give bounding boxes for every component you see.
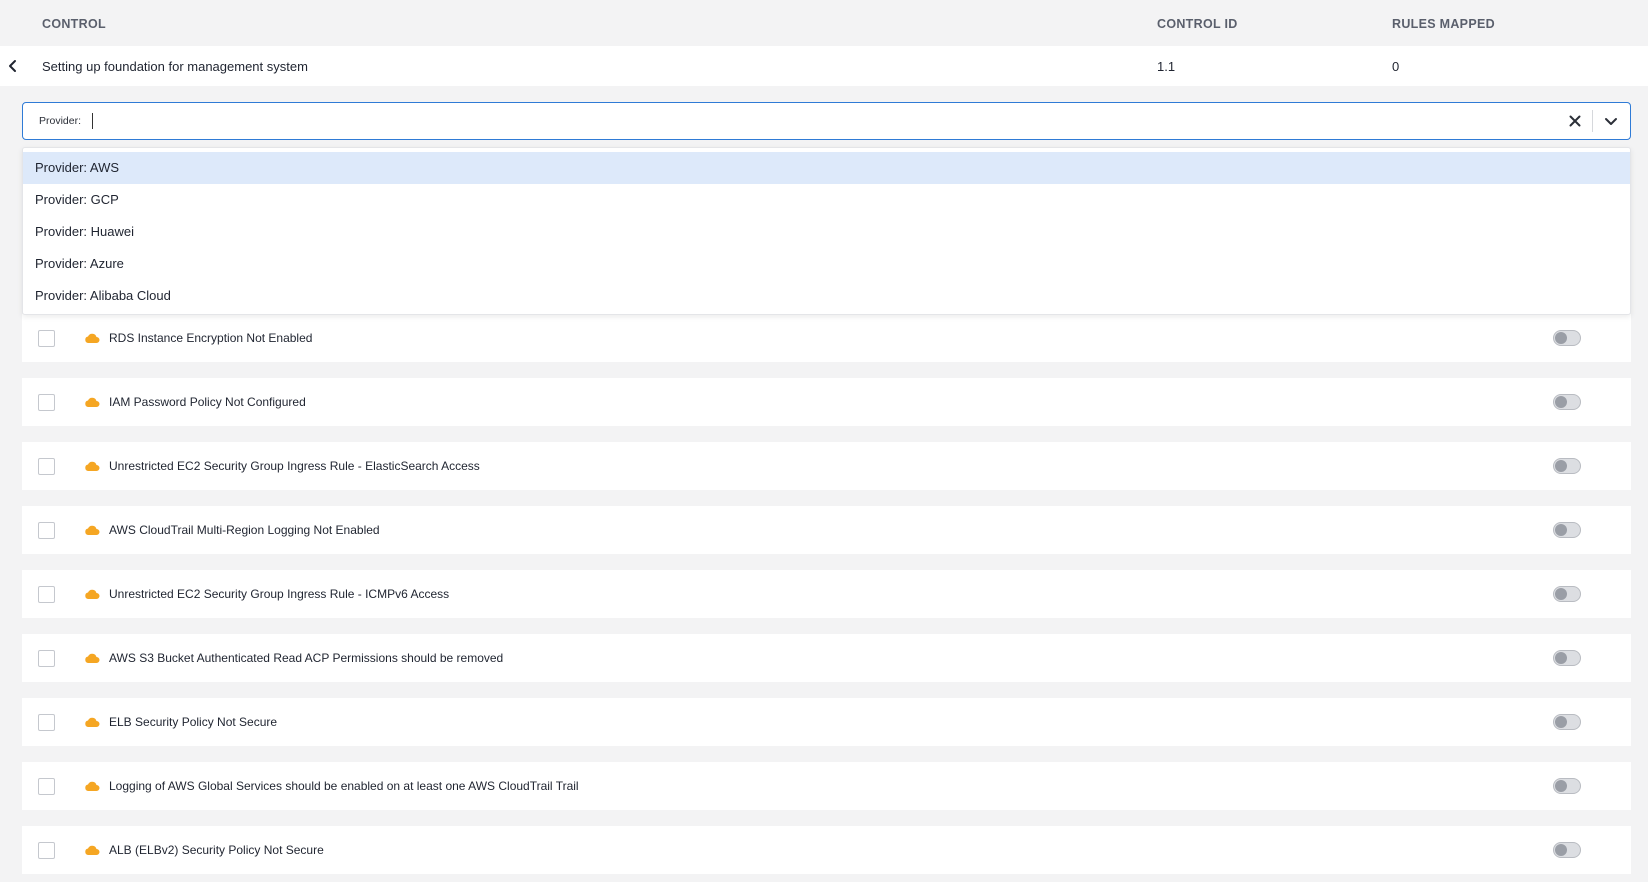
rule-checkbox[interactable] <box>38 714 55 731</box>
rule-toggle[interactable] <box>1553 330 1581 346</box>
rule-toggle[interactable] <box>1553 650 1581 666</box>
dropdown-option-alibaba-cloud[interactable]: Provider: Alibaba Cloud <box>23 280 1630 312</box>
control-id: 1.1 <box>1157 59 1176 74</box>
rule-checkbox[interactable] <box>38 586 55 603</box>
rule-checkbox[interactable] <box>38 778 55 795</box>
text-cursor <box>92 113 93 129</box>
rule-checkbox[interactable] <box>38 650 55 667</box>
rule-toggle[interactable] <box>1553 394 1581 410</box>
aws-cloud-icon <box>85 717 100 727</box>
aws-cloud-icon <box>85 845 100 855</box>
control-name: Setting up foundation for management sys… <box>42 59 308 74</box>
rule-title: AWS S3 Bucket Authenticated Read ACP Per… <box>109 651 504 665</box>
rule-title: ELB Security Policy Not Secure <box>109 715 278 729</box>
rule-row[interactable]: Unrestricted EC2 Security Group Ingress … <box>22 570 1631 618</box>
rule-toggle[interactable] <box>1553 522 1581 538</box>
dropdown-option-aws[interactable]: Provider: AWS <box>23 152 1630 184</box>
rule-title: AWS CloudTrail Multi-Region Logging Not … <box>109 523 380 537</box>
rule-row[interactable]: AWS CloudTrail Multi-Region Logging Not … <box>22 506 1631 554</box>
rule-row[interactable]: RDS Instance Encryption Not Enabled <box>22 314 1631 362</box>
chevron-down-icon[interactable] <box>1603 113 1619 129</box>
rule-row[interactable]: ELB Security Policy Not Secure <box>22 698 1631 746</box>
dropdown-option-gcp[interactable]: Provider: GCP <box>23 184 1630 216</box>
aws-cloud-icon <box>85 589 100 599</box>
rule-toggle[interactable] <box>1553 586 1581 602</box>
rule-checkbox[interactable] <box>38 330 55 347</box>
rule-checkbox[interactable] <box>38 394 55 411</box>
rule-title: ALB (ELBv2) Security Policy Not Secure <box>109 843 324 857</box>
rule-row[interactable]: Unrestricted EC2 Security Group Ingress … <box>22 442 1631 490</box>
control-row[interactable]: Setting up foundation for management sys… <box>0 46 1648 86</box>
column-header-control: CONTROL <box>42 17 106 31</box>
aws-cloud-icon <box>85 397 100 407</box>
rule-checkbox[interactable] <box>38 458 55 475</box>
chevron-left-icon[interactable] <box>6 59 20 73</box>
rule-row[interactable]: IAM Password Policy Not Configured <box>22 378 1631 426</box>
select-divider <box>1592 110 1593 132</box>
provider-filter-select[interactable]: Provider: <box>22 102 1631 140</box>
rule-title: Logging of AWS Global Services should be… <box>109 779 579 793</box>
rule-title: Unrestricted EC2 Security Group Ingress … <box>109 587 450 601</box>
provider-dropdown-menu: Provider: AWS Provider: GCP Provider: Hu… <box>22 147 1631 315</box>
rule-row[interactable]: ALB (ELBv2) Security Policy Not Secure <box>22 826 1631 874</box>
rule-title: RDS Instance Encryption Not Enabled <box>109 331 313 345</box>
rule-toggle[interactable] <box>1553 458 1581 474</box>
dropdown-option-huawei[interactable]: Provider: Huawei <box>23 216 1630 248</box>
rule-checkbox[interactable] <box>38 522 55 539</box>
rule-toggle[interactable] <box>1553 842 1581 858</box>
dropdown-option-azure[interactable]: Provider: Azure <box>23 248 1630 280</box>
aws-cloud-icon <box>85 653 100 663</box>
column-header-control-id: CONTROL ID <box>1157 17 1238 31</box>
column-header-rules-mapped: RULES MAPPED <box>1392 17 1495 31</box>
provider-filter-input[interactable] <box>95 110 1565 132</box>
close-icon[interactable] <box>1567 113 1583 129</box>
rule-toggle[interactable] <box>1553 714 1581 730</box>
rule-row[interactable]: Logging of AWS Global Services should be… <box>22 762 1631 810</box>
aws-cloud-icon <box>85 461 100 471</box>
rule-row[interactable]: AWS S3 Bucket Authenticated Read ACP Per… <box>22 634 1631 682</box>
rules-mapped-count: 0 <box>1392 59 1400 74</box>
table-header: CONTROL CONTROL ID RULES MAPPED <box>0 0 1648 46</box>
aws-cloud-icon <box>85 525 100 535</box>
aws-cloud-icon <box>85 333 100 343</box>
rule-title: IAM Password Policy Not Configured <box>109 395 306 409</box>
rule-checkbox[interactable] <box>38 842 55 859</box>
rule-toggle[interactable] <box>1553 778 1581 794</box>
aws-cloud-icon <box>85 781 100 791</box>
provider-filter-label: Provider: <box>39 115 82 127</box>
rule-title: Unrestricted EC2 Security Group Ingress … <box>109 459 480 473</box>
